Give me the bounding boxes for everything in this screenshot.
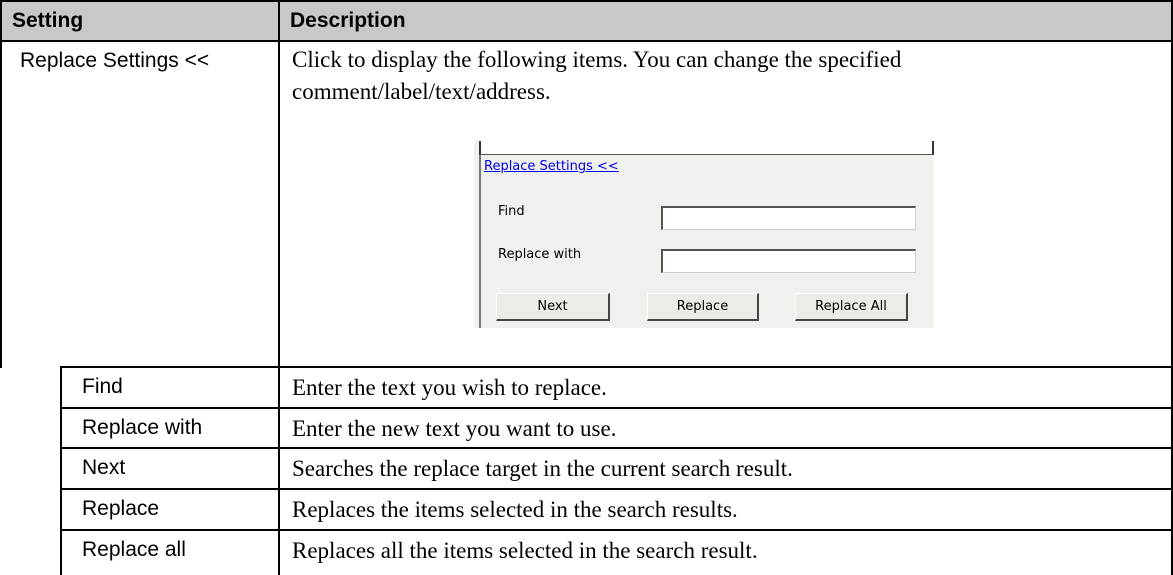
description-find: Enter the text you wish to replace.	[292, 375, 607, 400]
header-description: Description	[280, 2, 1171, 40]
setting-replace-all: Replace all	[82, 538, 186, 561]
replace-settings-dialog: Replace Settings << Find Replace with Ne…	[474, 141, 934, 328]
description-next: Searches the replace target in the curre…	[292, 456, 793, 481]
row-divider	[60, 529, 1173, 531]
header-setting: Setting	[2, 2, 278, 40]
dialog-left-edge	[479, 155, 481, 328]
settings-table: Setting Description Replace Settings << …	[0, 0, 1173, 575]
column-divider	[278, 0, 280, 575]
find-input[interactable]	[661, 206, 916, 230]
replace-with-input[interactable]	[661, 249, 916, 273]
next-button[interactable]: Next	[496, 293, 610, 321]
replace-with-label: Replace with	[498, 247, 582, 262]
row-divider	[60, 488, 1173, 490]
subrow-indent-border	[60, 366, 62, 575]
setting-replace: Replace	[82, 497, 160, 520]
description-replace: Replaces the items selected in the searc…	[292, 497, 738, 522]
description-replace-all: Replaces all the items selected in the s…	[292, 538, 758, 563]
replace-settings-link[interactable]: Replace Settings <<	[484, 159, 619, 174]
row-divider	[60, 407, 1173, 409]
description-replace-with: Enter the new text you want to use.	[292, 416, 617, 441]
table-border-left	[0, 0, 2, 368]
row-divider	[60, 447, 1173, 449]
setting-next: Next	[82, 456, 126, 479]
setting-replace-with: Replace with	[82, 416, 203, 439]
dialog-top-frame	[479, 141, 934, 155]
setting-find: Find	[82, 375, 123, 398]
setting-replace-settings: Replace Settings <<	[20, 49, 210, 72]
find-label: Find	[498, 204, 525, 219]
description-replace-settings: Click to display the following items. Yo…	[292, 47, 902, 104]
row-divider	[60, 366, 1173, 368]
header-divider	[0, 40, 1173, 42]
table-border-top	[0, 0, 1173, 2]
replace-all-button[interactable]: Replace All	[795, 293, 908, 321]
replace-button[interactable]: Replace	[647, 293, 759, 321]
